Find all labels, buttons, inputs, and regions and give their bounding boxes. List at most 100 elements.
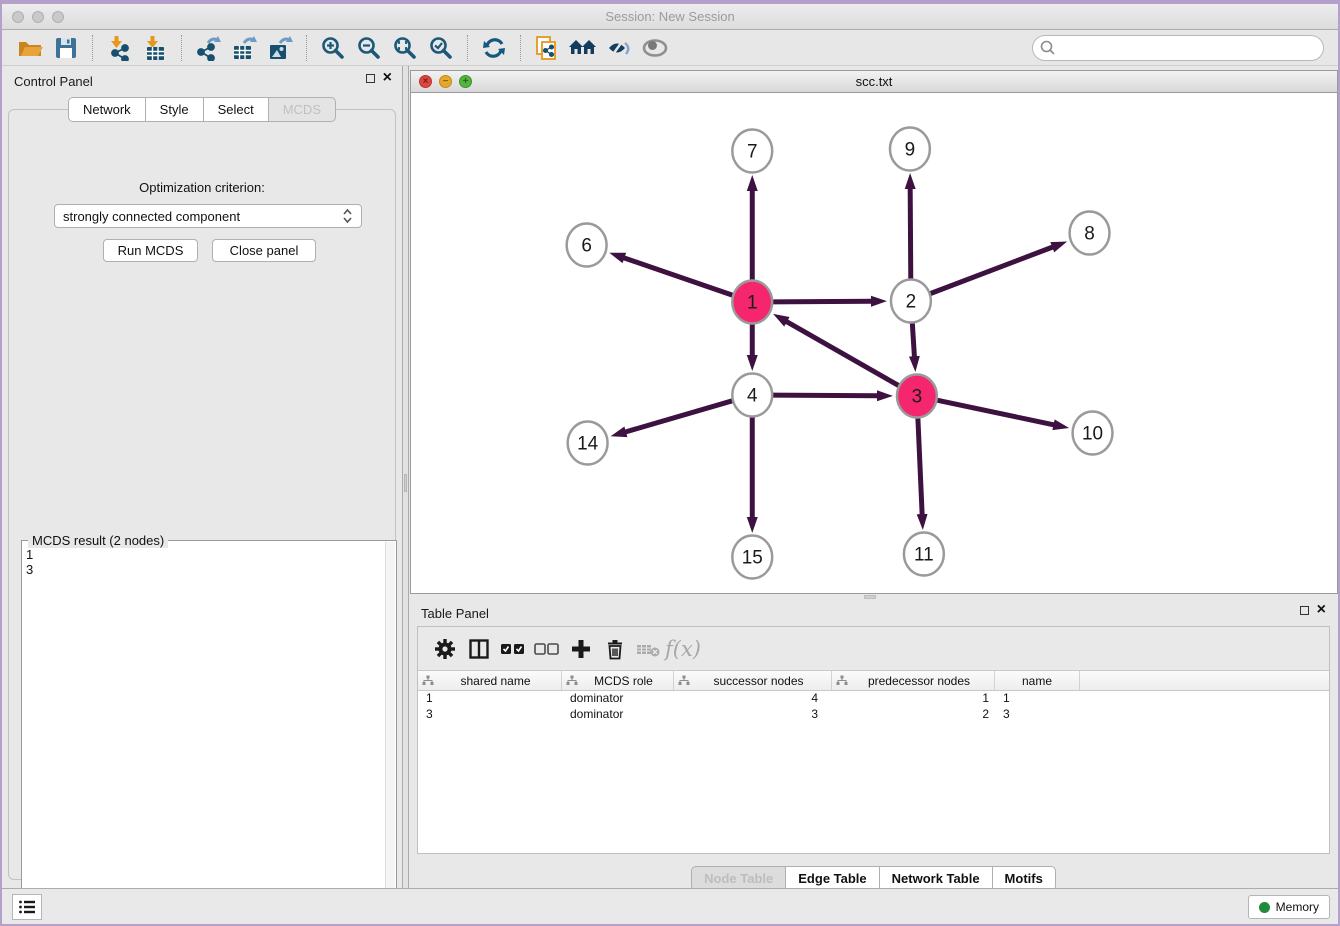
- hierarchy-icon: [422, 675, 434, 686]
- import-network-icon: [106, 35, 132, 61]
- graph-edge-4-14[interactable]: [624, 401, 733, 433]
- run-mcds-button[interactable]: Run MCDS: [103, 239, 198, 262]
- graph-edge-2-8[interactable]: [930, 246, 1055, 293]
- show-columns-button[interactable]: [462, 633, 496, 665]
- hide-selected-button[interactable]: [604, 33, 634, 63]
- export-table-button[interactable]: [229, 33, 259, 63]
- close-panel-icon[interactable]: ×: [383, 72, 392, 84]
- plus-icon: [570, 638, 592, 660]
- checked-boxes-icon: [500, 638, 526, 660]
- result-scrollbar[interactable]: [385, 542, 395, 918]
- zoom-fit-icon: [392, 35, 418, 61]
- mcds-result-text[interactable]: 1 3: [26, 547, 382, 915]
- criterion-dropdown[interactable]: strongly connected component: [54, 204, 362, 228]
- task-history-button[interactable]: [12, 894, 42, 920]
- search-input[interactable]: [1032, 35, 1324, 61]
- status-bar: Memory: [2, 888, 1338, 924]
- deselect-all-rows-button[interactable]: [530, 633, 564, 665]
- table-cell: dominator: [562, 707, 674, 723]
- control-panel-title: Control Panel: [14, 74, 93, 89]
- table-cell: 1: [418, 691, 562, 707]
- refresh-icon: [481, 35, 507, 61]
- graph-edge-3-11[interactable]: [918, 416, 922, 516]
- close-panel-icon[interactable]: ×: [1317, 604, 1326, 616]
- column-header-predecessor-nodes[interactable]: predecessor nodes: [832, 671, 995, 690]
- close-panel-button[interactable]: Close panel: [212, 239, 316, 262]
- tab-select[interactable]: Select: [203, 97, 268, 122]
- table-body: 1dominator4113dominator323: [418, 691, 1329, 723]
- unchecked-boxes-icon: [534, 638, 560, 660]
- delete-table-button[interactable]: [632, 633, 666, 665]
- table-cell: 1: [995, 691, 1080, 707]
- hide-eye-icon: [605, 35, 633, 61]
- zoom-in-button[interactable]: [318, 33, 348, 63]
- first-neighbors-button[interactable]: [568, 33, 598, 63]
- table-panel: Table Panel ×: [409, 600, 1338, 888]
- delete-row-button[interactable]: [598, 633, 632, 665]
- column-header-mcds-role[interactable]: MCDS role: [562, 671, 674, 690]
- graph-edge-1-2[interactable]: [772, 301, 873, 302]
- table-cell: 4: [674, 691, 832, 707]
- mcds-panel-body: Optimization criterion: strongly connect…: [8, 109, 396, 880]
- table-row[interactable]: 1dominator411: [418, 691, 1329, 707]
- column-header-name[interactable]: name: [995, 671, 1080, 690]
- delete-table-icon: [636, 638, 662, 660]
- add-row-button[interactable]: [564, 633, 598, 665]
- table-settings-button[interactable]: [428, 633, 462, 665]
- function-builder-button[interactable]: f(x): [666, 633, 700, 665]
- table-cell: 3: [674, 707, 832, 723]
- table-cell: 1: [832, 691, 995, 707]
- select-all-rows-button[interactable]: [496, 633, 530, 665]
- graph-edge-3-10[interactable]: [936, 400, 1055, 425]
- table-row[interactable]: 3dominator323: [418, 707, 1329, 723]
- zoom-out-icon: [356, 35, 382, 61]
- table-cell: 3: [995, 707, 1080, 723]
- clone-network-icon: [534, 35, 560, 61]
- export-network-button[interactable]: [193, 33, 223, 63]
- hierarchy-icon: [678, 675, 690, 686]
- open-session-button[interactable]: [15, 33, 45, 63]
- criterion-value: strongly connected component: [63, 209, 342, 224]
- graph-edge-4-3[interactable]: [772, 395, 879, 396]
- show-all-button[interactable]: [640, 33, 670, 63]
- function-icon: f(x): [665, 637, 701, 661]
- column-header-successor-nodes[interactable]: successor nodes: [674, 671, 832, 690]
- network-canvas[interactable]: 7968124314101511: [411, 93, 1337, 593]
- refresh-view-button[interactable]: [479, 33, 509, 63]
- zoom-fit-button[interactable]: [390, 33, 420, 63]
- splitter-grip[interactable]: [404, 474, 407, 492]
- float-panel-icon[interactable]: [1300, 606, 1309, 615]
- zoom-selected-button[interactable]: [426, 33, 456, 63]
- tab-mcds[interactable]: MCDS: [268, 97, 336, 122]
- graph-edge-2-3[interactable]: [912, 321, 914, 358]
- export-network-icon: [195, 35, 221, 61]
- save-session-button[interactable]: [51, 33, 81, 63]
- column-header-shared-name[interactable]: shared name: [418, 671, 562, 690]
- window-title: Session: New Session: [2, 9, 1338, 24]
- splitter-grip[interactable]: [864, 595, 876, 599]
- memory-button[interactable]: Memory: [1248, 895, 1330, 919]
- network-window-titlebar: × − + scc.txt: [411, 71, 1337, 93]
- graph-edge-2-9[interactable]: [910, 187, 911, 281]
- float-panel-icon[interactable]: [366, 74, 375, 83]
- folder-open-icon: [17, 35, 43, 61]
- tab-style[interactable]: Style: [145, 97, 203, 122]
- graph-node-label: 15: [742, 547, 763, 568]
- vertical-splitter[interactable]: [402, 66, 409, 888]
- graph-edge-3-1[interactable]: [785, 321, 899, 386]
- toolbar-separator: [306, 35, 307, 61]
- export-image-button[interactable]: [265, 33, 295, 63]
- hierarchy-icon: [836, 675, 848, 686]
- import-table-button[interactable]: [140, 33, 170, 63]
- graph-node-label: 9: [905, 139, 916, 160]
- zoom-out-button[interactable]: [354, 33, 384, 63]
- search-icon: [1040, 40, 1056, 56]
- import-network-button[interactable]: [104, 33, 134, 63]
- graph-node-label: 8: [1084, 223, 1095, 244]
- table-frame: f(x) shared name MCDS role: [417, 626, 1330, 854]
- clone-network-button[interactable]: [532, 33, 562, 63]
- tab-network[interactable]: Network: [68, 97, 145, 122]
- control-panel: Control Panel × Network Style Select MCD…: [2, 66, 402, 888]
- main-toolbar: [2, 30, 1338, 66]
- graph-edge-1-6[interactable]: [622, 257, 733, 295]
